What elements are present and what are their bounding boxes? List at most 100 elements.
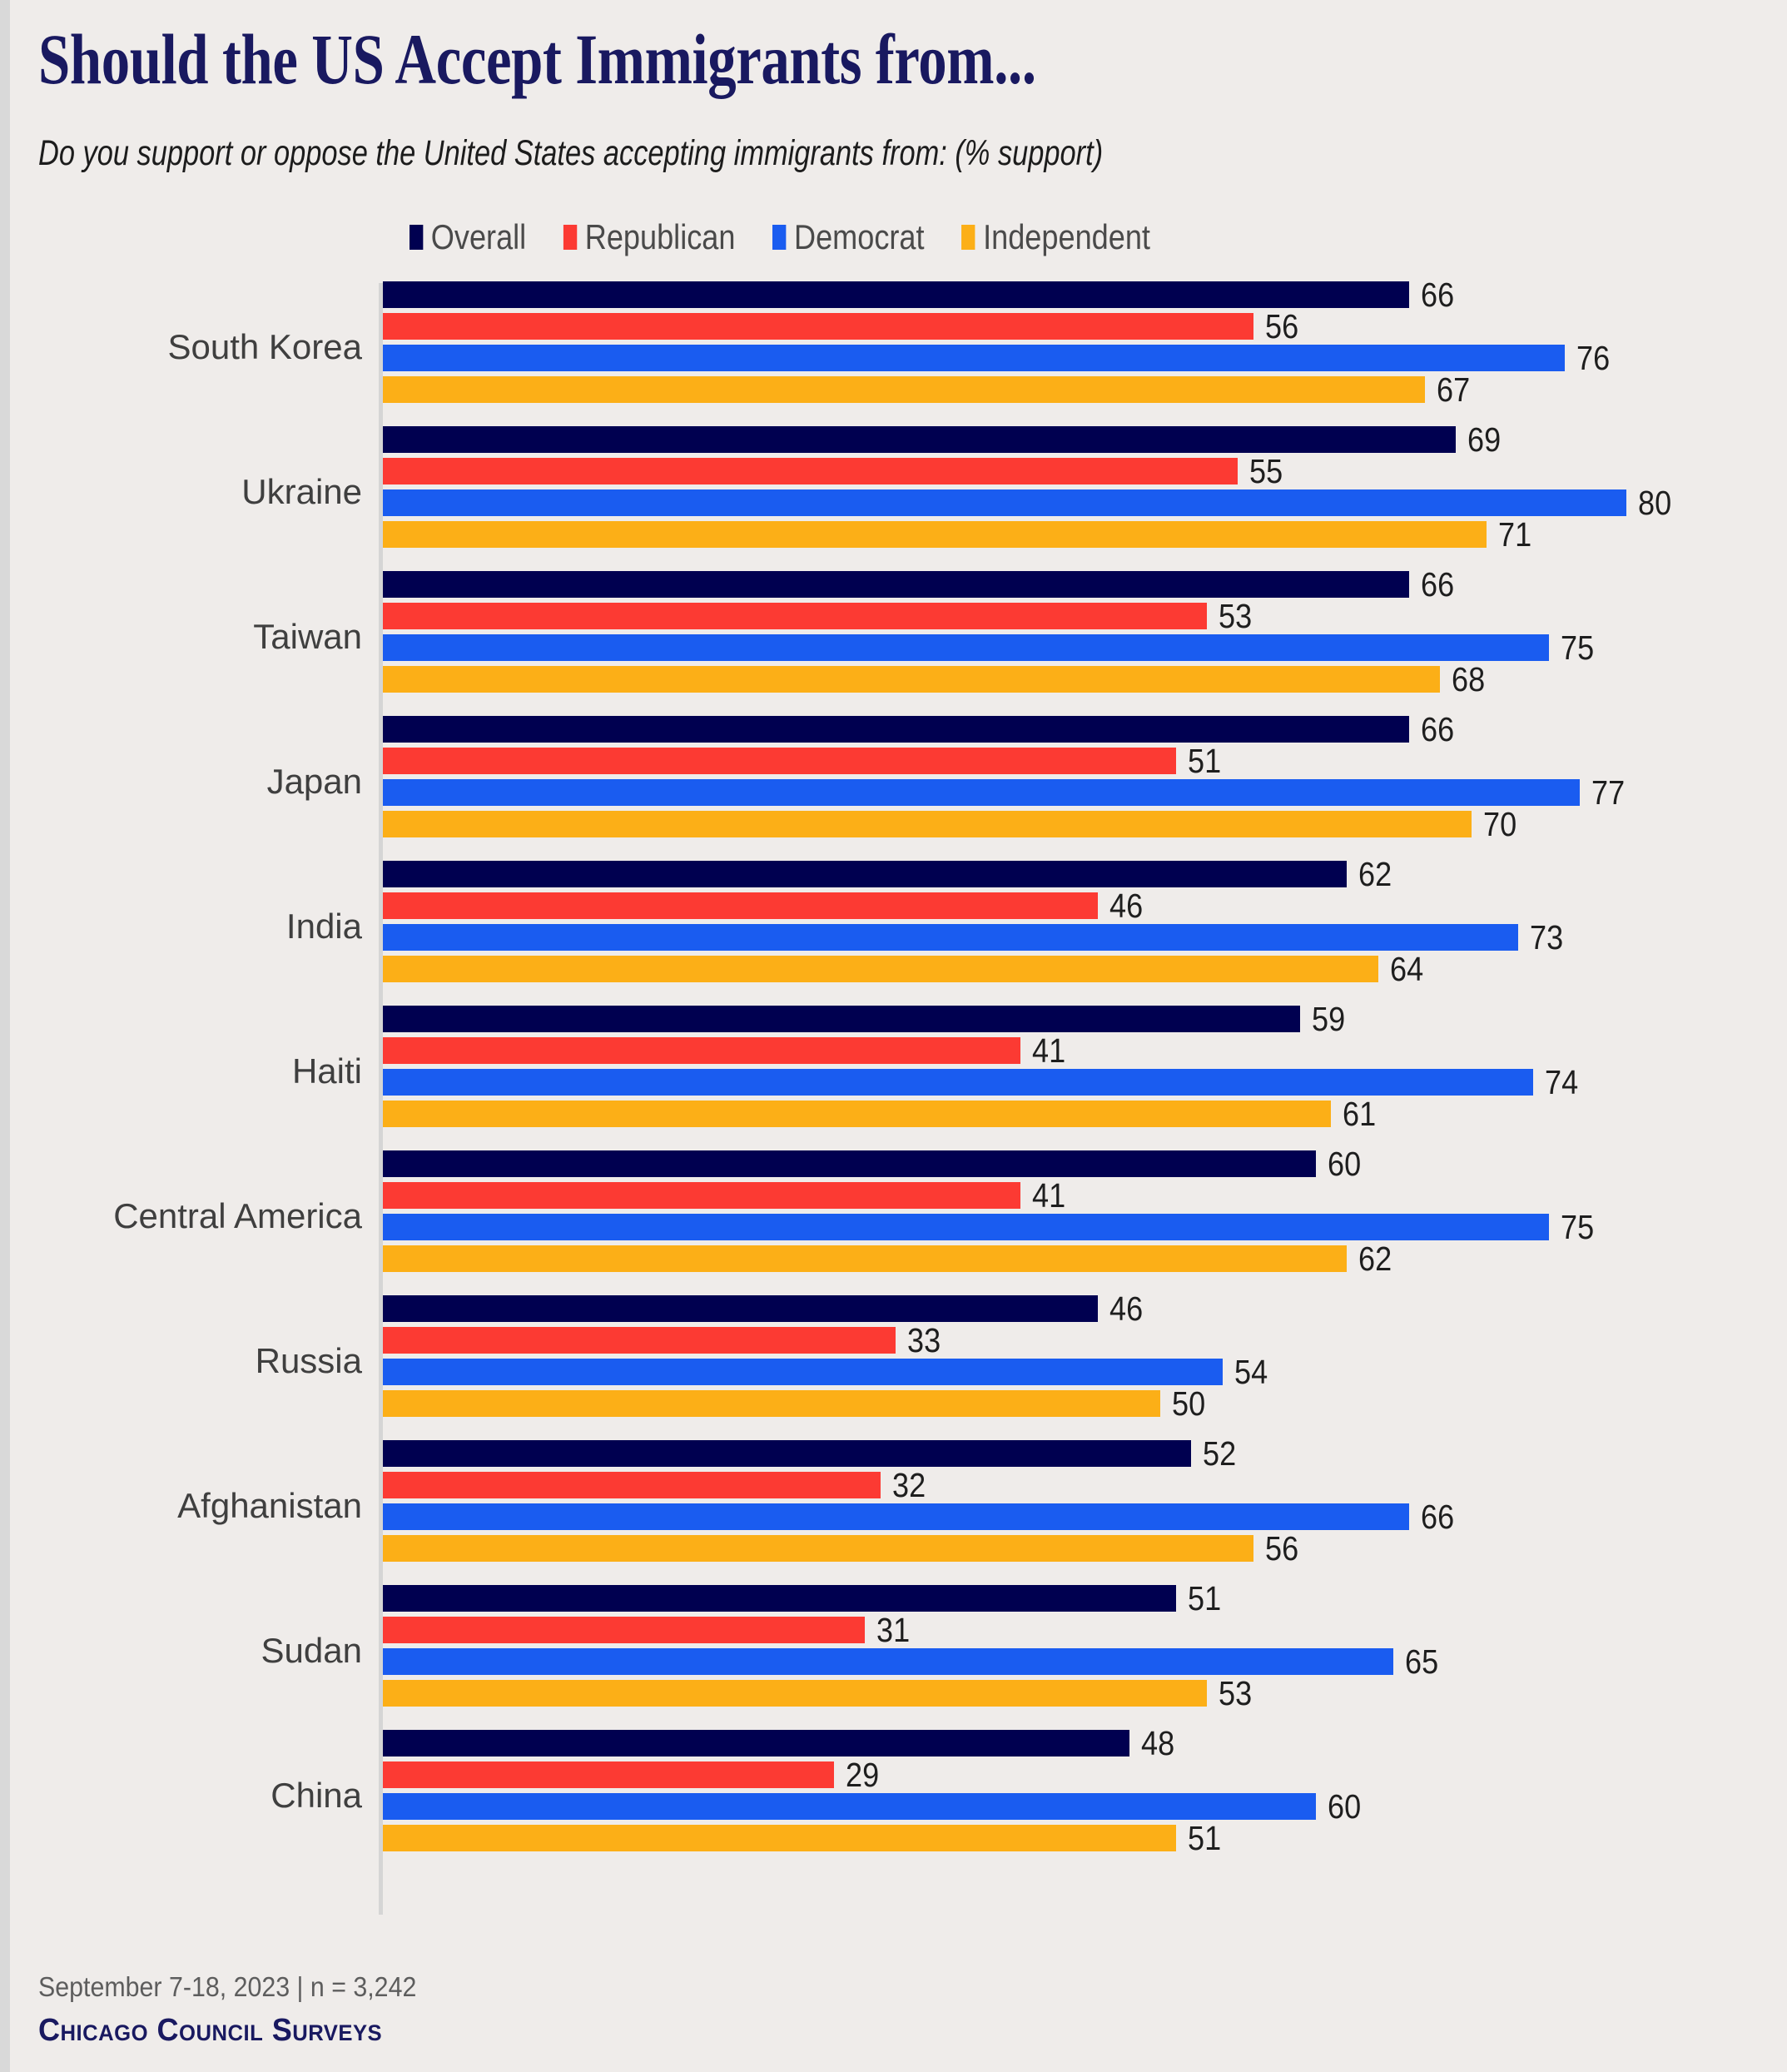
bar-democrat[interactable]: [383, 1069, 1534, 1096]
bar-independent[interactable]: [383, 1390, 1160, 1417]
bar-row[interactable]: 52: [383, 1436, 1241, 1470]
bar-democrat[interactable]: [383, 1648, 1394, 1675]
bar-row[interactable]: 66: [383, 277, 1458, 311]
bar-republican[interactable]: [383, 892, 1099, 919]
chart-plot-area: South Korea 66 56 76 67 Ukraine 69 55 80 71 Taiwan…: [10, 275, 1787, 1935]
bar-democrat[interactable]: [383, 1503, 1409, 1530]
bar-row[interactable]: 50: [383, 1386, 1210, 1420]
bar-row[interactable]: 53: [383, 599, 1257, 633]
bar-republican[interactable]: [383, 458, 1238, 484]
bar-row[interactable]: 66: [383, 712, 1458, 746]
bar-row[interactable]: 66: [383, 1499, 1458, 1533]
bar-republican[interactable]: [383, 1037, 1020, 1064]
bar-overall[interactable]: [383, 1585, 1176, 1612]
bar-independent[interactable]: [383, 1825, 1176, 1851]
bar-overall[interactable]: [383, 1440, 1192, 1467]
bar-republican[interactable]: [383, 603, 1208, 629]
bar-value-label: 70: [1482, 804, 1516, 843]
bar-republican[interactable]: [383, 1617, 866, 1643]
bar-row[interactable]: 75: [383, 1210, 1599, 1244]
bar-republican[interactable]: [383, 1761, 834, 1788]
bar-republican[interactable]: [383, 1327, 896, 1354]
bar-row[interactable]: 33: [383, 1323, 946, 1357]
legend-independent[interactable]: Independent: [961, 220, 1150, 255]
bar-row[interactable]: 67: [383, 372, 1474, 406]
bar-row[interactable]: 48: [383, 1726, 1179, 1760]
bar-democrat[interactable]: [383, 1214, 1549, 1240]
legend-overall[interactable]: Overall: [410, 220, 526, 255]
bar-row[interactable]: 65: [383, 1644, 1443, 1678]
bar-independent[interactable]: [383, 956, 1378, 982]
bar-row[interactable]: 46: [383, 888, 1148, 922]
bar-row[interactable]: 41: [383, 1178, 1070, 1212]
bar-row[interactable]: 51: [383, 1581, 1225, 1615]
bar-row[interactable]: 56: [383, 1531, 1303, 1565]
bar-row[interactable]: 55: [383, 454, 1288, 488]
bar-row[interactable]: 51: [383, 743, 1225, 778]
bar-row[interactable]: 53: [383, 1676, 1257, 1710]
bar-democrat[interactable]: [383, 634, 1549, 661]
bar-independent[interactable]: [383, 1245, 1348, 1272]
bar-row[interactable]: 62: [383, 1241, 1397, 1275]
bar-row[interactable]: 31: [383, 1612, 915, 1647]
bar-overall[interactable]: [383, 1730, 1129, 1756]
bar-row[interactable]: 70: [383, 807, 1521, 841]
bar-row[interactable]: 32: [383, 1468, 930, 1502]
bar-republican[interactable]: [383, 313, 1254, 340]
bar-democrat[interactable]: [383, 779, 1581, 806]
bar-independent[interactable]: [383, 1101, 1332, 1127]
bar-row[interactable]: 64: [383, 952, 1427, 986]
bar-value-label: 61: [1343, 1094, 1377, 1133]
bar-democrat[interactable]: [383, 1359, 1223, 1385]
bar-democrat[interactable]: [383, 1793, 1316, 1820]
bar-row[interactable]: 66: [383, 567, 1458, 601]
bar-overall[interactable]: [383, 571, 1409, 598]
bar-row[interactable]: 46: [383, 1291, 1148, 1325]
bar-overall[interactable]: [383, 861, 1348, 887]
bar-row[interactable]: 29: [383, 1757, 883, 1791]
bar-independent[interactable]: [383, 811, 1472, 837]
bar-row[interactable]: 69: [383, 422, 1506, 456]
bar-row[interactable]: 71: [383, 517, 1536, 551]
bar-overall[interactable]: [383, 1006, 1301, 1032]
bar-value-label: 56: [1265, 306, 1299, 345]
bar-independent[interactable]: [383, 1535, 1254, 1562]
bar-row[interactable]: 60: [383, 1789, 1365, 1823]
bar-row[interactable]: 62: [383, 857, 1397, 891]
bar-row[interactable]: 75: [383, 630, 1599, 664]
bar-independent[interactable]: [383, 521, 1487, 548]
bar-group: Haiti 59 41 74 61: [10, 999, 1787, 1144]
bar-overall[interactable]: [383, 281, 1409, 308]
bar-overall[interactable]: [383, 1295, 1099, 1322]
bar-overall[interactable]: [383, 1150, 1316, 1177]
bar-row[interactable]: 60: [383, 1146, 1365, 1180]
bar-row[interactable]: 76: [383, 340, 1614, 375]
category-label: India: [285, 907, 362, 946]
bar-independent[interactable]: [383, 666, 1441, 693]
bar-republican[interactable]: [383, 748, 1176, 774]
bar-row[interactable]: 51: [383, 1821, 1225, 1855]
bar-democrat[interactable]: [383, 345, 1565, 371]
bar-row[interactable]: 74: [383, 1065, 1583, 1099]
legend-democrat[interactable]: Democrat: [772, 220, 925, 255]
bar-democrat[interactable]: [383, 489, 1627, 516]
bar-value-label: 71: [1498, 514, 1532, 554]
bar-overall[interactable]: [383, 426, 1456, 453]
bar-row[interactable]: 41: [383, 1033, 1070, 1067]
bar-row[interactable]: 77: [383, 775, 1630, 809]
bar-row[interactable]: 59: [383, 1001, 1350, 1036]
bar-independent[interactable]: [383, 376, 1425, 403]
bar-row[interactable]: 68: [383, 662, 1490, 696]
bar-democrat[interactable]: [383, 924, 1518, 951]
bar-row[interactable]: 73: [383, 920, 1567, 954]
bar-row[interactable]: 80: [383, 485, 1676, 519]
bar-value-label: 32: [891, 1465, 926, 1504]
bar-row[interactable]: 56: [383, 309, 1303, 343]
bar-row[interactable]: 61: [383, 1096, 1381, 1130]
bar-independent[interactable]: [383, 1680, 1208, 1707]
bar-overall[interactable]: [383, 716, 1409, 743]
bar-row[interactable]: 54: [383, 1354, 1272, 1389]
legend-republican[interactable]: Republican: [563, 220, 735, 255]
bar-republican[interactable]: [383, 1182, 1020, 1209]
bar-republican[interactable]: [383, 1472, 881, 1498]
